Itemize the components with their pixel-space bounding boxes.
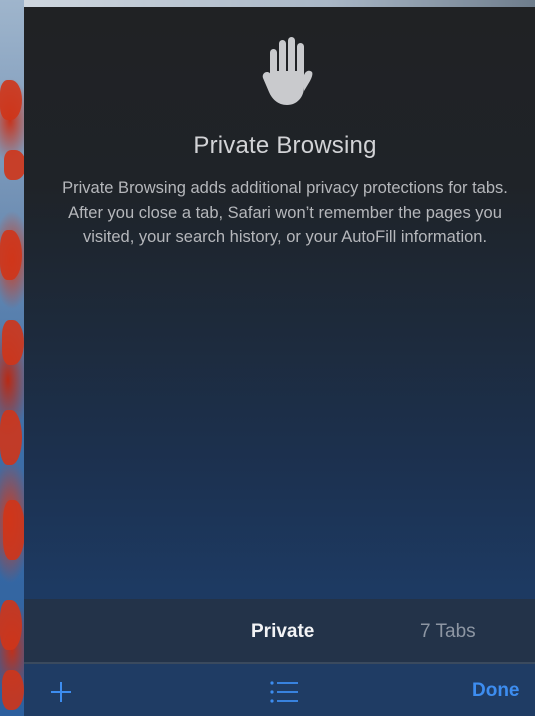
done-button[interactable]: Done <box>472 680 520 702</box>
tab-private[interactable]: Private <box>251 621 314 643</box>
leaf-decoration <box>0 410 22 465</box>
leaf-decoration <box>0 230 22 280</box>
leaf-decoration <box>4 150 26 180</box>
plus-icon[interactable] <box>50 681 72 703</box>
private-browsing-panel: Private Browsing Private Browsing adds a… <box>24 7 535 716</box>
window-top-strip <box>24 0 535 7</box>
private-browsing-description: Private Browsing adds additional privacy… <box>62 179 508 246</box>
leaf-decoration <box>2 670 24 710</box>
tab-regular-tabs[interactable]: 7 Tabs <box>420 621 476 643</box>
leaf-decoration <box>2 320 24 365</box>
leaf-decoration <box>3 500 25 560</box>
leaf-decoration <box>0 600 22 650</box>
page-title: Private Browsing <box>193 132 377 159</box>
leaf-decoration <box>0 80 22 120</box>
hand-stop-icon <box>262 37 313 105</box>
list-icon[interactable] <box>270 680 298 704</box>
